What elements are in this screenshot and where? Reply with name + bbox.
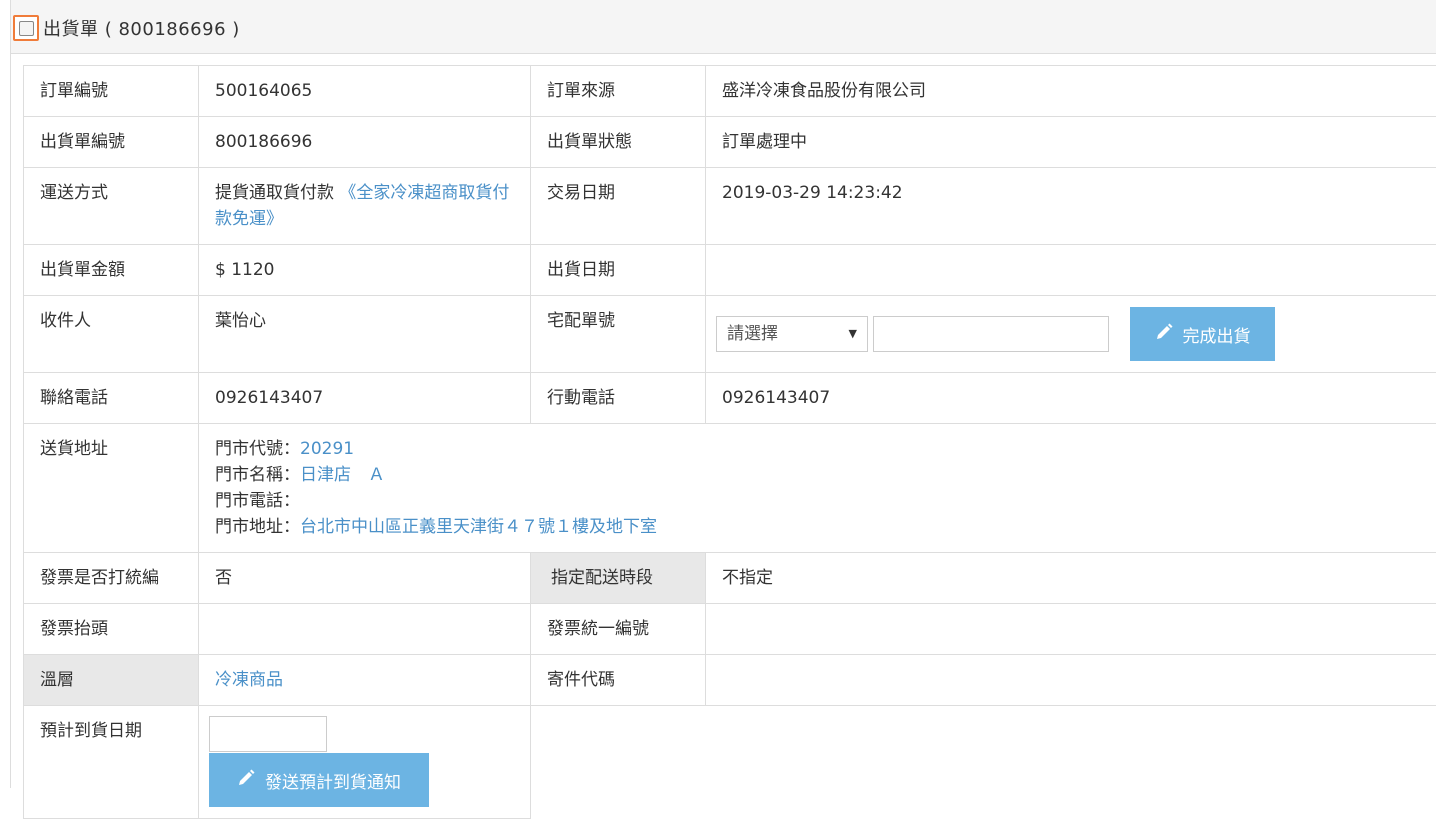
store-code-label: 門市代號： [215, 439, 300, 459]
carrier-select-value: 請選擇 [727, 321, 778, 347]
mobile-value: 0926143407 [706, 373, 1436, 424]
panel-header: 出貨單 ( 800186696 ) [11, 0, 1436, 54]
ship-status-label: 出貨單狀態 [531, 117, 706, 168]
sender-code-value [706, 655, 1436, 706]
eta-controls: 發送預計到貨通知 [199, 706, 531, 819]
send-eta-notice-label: 發送預計到貨通知 [265, 768, 401, 793]
store-name-line: 門市名稱：日津店 Ａ [215, 462, 1427, 488]
eta-label: 預計到貨日期 [24, 706, 199, 819]
temp-value: 冷凍商品 [199, 655, 531, 706]
invoice-no-label: 發票統一編號 [531, 604, 706, 655]
store-phone-line: 門市電話： [215, 488, 1427, 514]
store-phone-label: 門市電話： [215, 491, 300, 511]
order-source-label: 訂單來源 [531, 66, 706, 117]
tracking-label: 宅配單號 [531, 296, 706, 373]
ship-status-value: 訂單處理中 [706, 117, 1436, 168]
panel-title: 出貨單 ( 800186696 ) [43, 15, 240, 41]
select-checkbox[interactable] [13, 15, 39, 41]
store-addr-label: 門市地址： [215, 517, 300, 537]
pencil-icon [1155, 323, 1173, 346]
ship-date-value [706, 245, 1436, 296]
invoice-tax-value: 否 [199, 553, 531, 604]
recipient-value: 葉怡心 [199, 296, 531, 373]
shipment-panel: 出貨單 ( 800186696 ) 訂單編號 500164065 訂單來源 盛洋… [10, 0, 1436, 788]
address-value: 門市代號：20291 門市名稱：日津店 Ａ 門市電話： 門市地址：台北市中山區正… [199, 424, 1436, 553]
eta-date-input[interactable] [209, 716, 327, 752]
eta-empty-cell [531, 706, 1436, 819]
phone-label: 聯絡電話 [24, 373, 199, 424]
sender-code-label: 寄件代碼 [531, 655, 706, 706]
complete-shipment-label: 完成出貨 [1183, 322, 1251, 347]
invoice-title-value [199, 604, 531, 655]
phone-value: 0926143407 [199, 373, 531, 424]
invoice-tax-label: 發票是否打統編 [24, 553, 199, 604]
tracking-number-input[interactable] [873, 316, 1109, 352]
table-row: 出貨單編號 800186696 出貨單狀態 訂單處理中 [24, 117, 1436, 168]
order-no-label: 訂單編號 [24, 66, 199, 117]
table-row: 預計到貨日期 發送預計到貨通知 [24, 706, 1436, 819]
shipment-detail-table: 訂單編號 500164065 訂單來源 盛洋冷凍食品股份有限公司 出貨單編號 8… [23, 65, 1436, 819]
carrier-select[interactable]: 請選擇 ▼ [716, 316, 868, 352]
invoice-title-label: 發票抬頭 [24, 604, 199, 655]
delivery-value: 提貨通取貨付款 《全家冷凍超商取貨付款免運》 [199, 168, 531, 245]
store-code: 20291 [300, 439, 354, 459]
recipient-label: 收件人 [24, 296, 199, 373]
amount-label: 出貨單金額 [24, 245, 199, 296]
trade-date-value: 2019-03-29 14:23:42 [706, 168, 1436, 245]
store-code-line: 門市代號：20291 [215, 436, 1427, 462]
temp-label: 溫層 [24, 655, 199, 706]
ship-no-value: 800186696 [199, 117, 531, 168]
chevron-down-icon: ▼ [849, 321, 857, 347]
time-slot-value: 不指定 [706, 553, 1436, 604]
table-row: 發票抬頭 發票統一編號 [24, 604, 1436, 655]
checkbox-box [19, 21, 34, 36]
table-row: 發票是否打統編 否 指定配送時段 不指定 [24, 553, 1436, 604]
store-name-label: 門市名稱： [215, 465, 300, 485]
time-slot-label: 指定配送時段 [531, 553, 706, 604]
send-eta-notice-button[interactable]: 發送預計到貨通知 [209, 753, 429, 807]
delivery-label: 運送方式 [24, 168, 199, 245]
address-label: 送貨地址 [24, 424, 199, 553]
table-row: 收件人 葉怡心 宅配單號 請選擇 ▼ 完成出貨 [24, 296, 1436, 373]
store-addr: 台北市中山區正義里天津街４７號１樓及地下室 [300, 517, 657, 537]
table-row: 訂單編號 500164065 訂單來源 盛洋冷凍食品股份有限公司 [24, 66, 1436, 117]
complete-shipment-button[interactable]: 完成出貨 [1130, 307, 1275, 361]
amount-value: $ 1120 [199, 245, 531, 296]
ship-date-label: 出貨日期 [531, 245, 706, 296]
table-row: 送貨地址 門市代號：20291 門市名稱：日津店 Ａ 門市電話： 門市地址：台北… [24, 424, 1436, 553]
table-row: 運送方式 提貨通取貨付款 《全家冷凍超商取貨付款免運》 交易日期 2019-03… [24, 168, 1436, 245]
tracking-controls: 請選擇 ▼ 完成出貨 [706, 296, 1436, 373]
order-source-value: 盛洋冷凍食品股份有限公司 [706, 66, 1436, 117]
store-name: 日津店 Ａ [300, 465, 385, 485]
ship-no-label: 出貨單編號 [24, 117, 199, 168]
trade-date-label: 交易日期 [531, 168, 706, 245]
store-addr-line: 門市地址：台北市中山區正義里天津街４７號１樓及地下室 [215, 514, 1427, 540]
table-row: 溫層 冷凍商品 寄件代碼 [24, 655, 1436, 706]
mobile-label: 行動電話 [531, 373, 706, 424]
table-row: 出貨單金額 $ 1120 出貨日期 [24, 245, 1436, 296]
delivery-method-text: 提貨通取貨付款 [215, 183, 334, 203]
order-no-value: 500164065 [199, 66, 531, 117]
invoice-no-value [706, 604, 1436, 655]
table-row: 聯絡電話 0926143407 行動電話 0926143407 [24, 373, 1436, 424]
pencil-icon [237, 769, 255, 792]
